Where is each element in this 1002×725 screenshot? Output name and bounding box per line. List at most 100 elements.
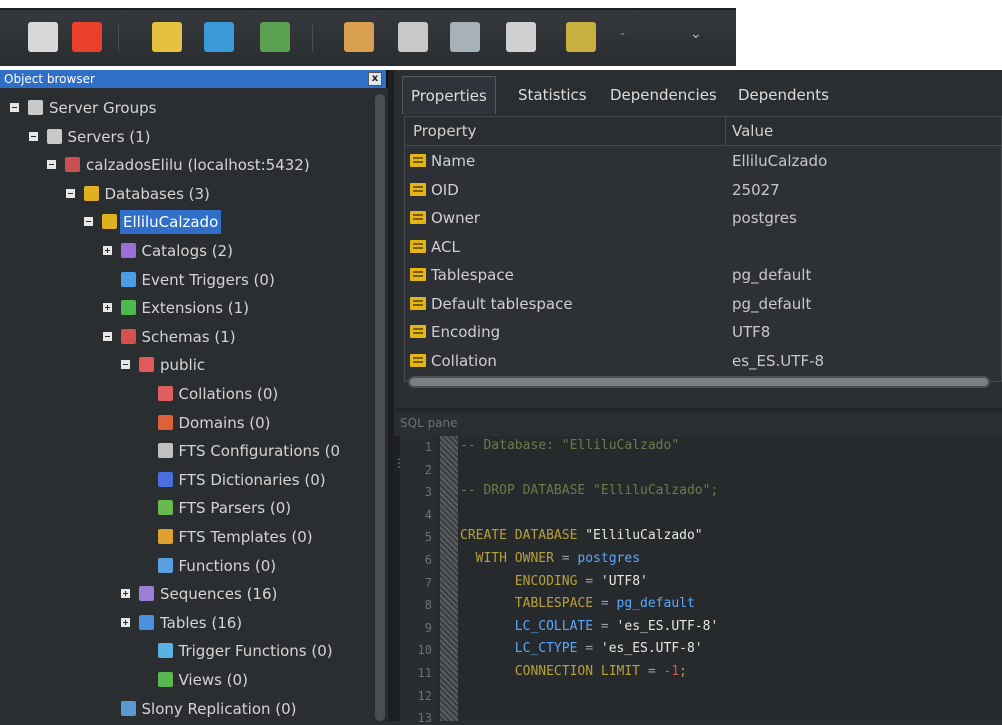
- collapse-icon[interactable]: [84, 217, 93, 227]
- tree-node[interactable]: Event Triggers (0): [0, 268, 372, 292]
- tree-node[interactable]: Views (0): [0, 668, 372, 692]
- tree-node-label[interactable]: calzadosElilu (localhost:5432): [86, 153, 310, 177]
- code-token: =: [585, 573, 601, 589]
- tree-node-label[interactable]: FTS Parsers (0): [179, 496, 292, 520]
- tree-node[interactable]: calzadosElilu (localhost:5432): [0, 153, 372, 177]
- tree-node-label[interactable]: public: [160, 353, 205, 377]
- expand-icon[interactable]: [102, 303, 112, 313]
- line-number: 10: [417, 643, 432, 658]
- tree-node[interactable]: FTS Dictionaries (0): [0, 468, 372, 492]
- property-icon: [410, 353, 426, 367]
- tree-node[interactable]: Trigger Functions (0): [0, 639, 372, 663]
- tree-node[interactable]: ElliluCalzado: [0, 210, 372, 235]
- tree-node-label[interactable]: Views (0): [179, 668, 248, 692]
- tree-node[interactable]: Server Groups: [0, 96, 372, 120]
- object-browser-scrollbar-thumb[interactable]: [375, 94, 385, 721]
- tree-node[interactable]: Functions (0): [0, 554, 372, 578]
- table-row[interactable]: Tablespace pg_default: [405, 261, 1001, 289]
- tree-node-label[interactable]: ElliluCalzado: [120, 210, 222, 235]
- expand-icon[interactable]: [102, 246, 112, 255]
- plugins-icon[interactable]: [566, 22, 596, 52]
- tree-node[interactable]: Collations (0): [0, 382, 372, 406]
- tree-node-label[interactable]: Server Groups: [49, 96, 156, 120]
- tab-dependents[interactable]: Dependents: [738, 76, 829, 114]
- table-row[interactable]: OID 25027: [405, 176, 1001, 204]
- code-line: -- Database: "ElliluCalzado": [460, 438, 679, 453]
- code-token: TABLESPACE: [460, 596, 601, 612]
- property-name: Owner: [431, 209, 480, 227]
- servers-icon: [46, 128, 62, 144]
- plugins-dropdown-indicator[interactable]: -: [620, 26, 625, 42]
- tree-node-label[interactable]: FTS Configurations (0: [179, 439, 341, 463]
- tab-dependencies[interactable]: Dependencies: [610, 76, 717, 114]
- tree-node-label[interactable]: Catalogs (2): [142, 239, 233, 263]
- tree-node-label[interactable]: Schemas (1): [142, 325, 236, 349]
- table-row[interactable]: Name ElliluCalzado: [405, 147, 1001, 175]
- drop-object-icon[interactable]: [260, 22, 290, 52]
- tree-node-label[interactable]: FTS Templates (0): [179, 525, 313, 549]
- collapse-icon[interactable]: [47, 160, 56, 170]
- tree-node[interactable]: FTS Configurations (0: [0, 439, 372, 463]
- collapse-icon[interactable]: [10, 103, 19, 112]
- tree-node-label[interactable]: Servers (1): [68, 125, 151, 149]
- code-line: LC_CTYPE = 'es_ES.UTF-8': [460, 641, 703, 656]
- table-row[interactable]: Collation es_ES.UTF-8: [405, 347, 1001, 375]
- tree-node-label[interactable]: Functions (0): [179, 554, 277, 578]
- column-divider[interactable]: [725, 117, 726, 145]
- line-number: 2: [424, 462, 432, 477]
- tree-node[interactable]: FTS Parsers (0): [0, 496, 372, 520]
- expand-icon[interactable]: [121, 617, 130, 627]
- tree-node[interactable]: Databases (3): [0, 182, 372, 206]
- tree-node[interactable]: public: [0, 353, 372, 377]
- tree-node[interactable]: Catalogs (2): [0, 239, 372, 263]
- tree-node[interactable]: Servers (1): [0, 125, 372, 149]
- toolbar-overflow-chevron-icon[interactable]: ⌄: [690, 26, 702, 42]
- close-pane-icon[interactable]: x: [368, 72, 382, 86]
- tree-node[interactable]: Slony Replication (0): [0, 697, 372, 721]
- collapse-icon[interactable]: [121, 360, 130, 370]
- filtered-data-icon[interactable]: [450, 22, 480, 52]
- tree-node[interactable]: Sequences (16): [0, 582, 372, 606]
- tree-node-label[interactable]: FTS Dictionaries (0): [179, 468, 326, 492]
- tab-statistics[interactable]: Statistics: [518, 76, 587, 114]
- tree-node-label[interactable]: Extensions (1): [142, 296, 249, 320]
- collapse-icon[interactable]: [65, 188, 75, 198]
- tree-node-label[interactable]: Sequences (16): [160, 582, 277, 606]
- view-data-icon[interactable]: [398, 22, 428, 52]
- object-browser-scrollbar[interactable]: [372, 88, 388, 721]
- column-header-property[interactable]: Property: [413, 117, 476, 145]
- event-triggers-icon: [120, 271, 136, 287]
- tree-node-label[interactable]: Collations (0): [179, 382, 279, 406]
- table-row[interactable]: ACL: [405, 233, 1001, 261]
- properties-panel: Properties Statistics Dependencies Dependen…: [394, 70, 1002, 410]
- collapse-icon[interactable]: [102, 331, 112, 341]
- maintenance-wrench-icon[interactable]: [506, 22, 536, 52]
- connect-plug-icon[interactable]: [28, 22, 58, 52]
- tab-properties[interactable]: Properties: [402, 76, 496, 114]
- expand-icon[interactable]: [121, 589, 130, 599]
- properties-folder-icon[interactable]: [152, 22, 182, 52]
- sql-editor[interactable]: 1 2 3 4 5 6 7 8 9 10 11 12 13 -- Database: "ElliluCa…: [400, 436, 1002, 725]
- tree-node[interactable]: Extensions (1): [0, 296, 372, 320]
- tree-node[interactable]: Tables (16): [0, 611, 372, 635]
- server-groups-icon: [28, 100, 43, 115]
- table-row[interactable]: Default tablespace pg_default: [405, 290, 1001, 318]
- refresh-icon[interactable]: [72, 22, 102, 52]
- tree-node-label[interactable]: Trigger Functions (0): [179, 639, 333, 663]
- tree-node-label[interactable]: Domains (0): [179, 411, 271, 435]
- catalogs-icon: [120, 243, 136, 258]
- create-object-icon[interactable]: [204, 22, 234, 52]
- tree-node-label[interactable]: Tables (16): [160, 611, 242, 635]
- tree-node-label[interactable]: Event Triggers (0): [142, 268, 275, 292]
- tree-node[interactable]: Schemas (1): [0, 325, 372, 349]
- tree-node-label[interactable]: Slony Replication (0): [142, 697, 297, 721]
- column-header-value[interactable]: Value: [732, 117, 773, 145]
- sql-query-icon[interactable]: [344, 22, 374, 52]
- table-row[interactable]: Encoding UTF8: [405, 318, 1001, 346]
- tree-node[interactable]: FTS Templates (0): [0, 525, 372, 549]
- tree-node-label[interactable]: Databases (3): [105, 182, 210, 206]
- collapse-icon[interactable]: [28, 131, 38, 141]
- table-row[interactable]: Owner postgres: [405, 204, 1001, 232]
- properties-horizontal-scrollbar[interactable]: [408, 376, 990, 388]
- tree-node[interactable]: Domains (0): [0, 411, 372, 435]
